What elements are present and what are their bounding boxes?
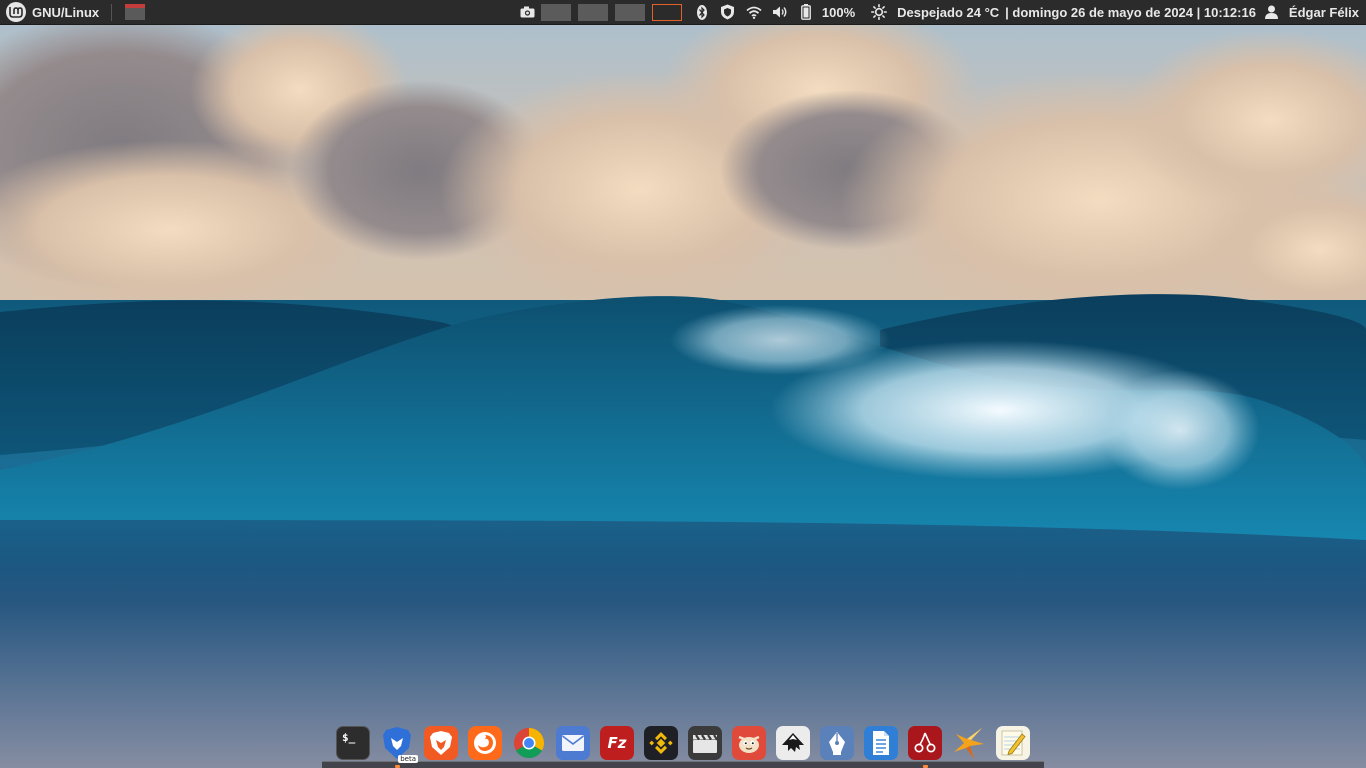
network-button[interactable]	[741, 0, 767, 25]
notepad-icon	[1001, 730, 1026, 756]
workspace-4[interactable]	[651, 3, 682, 21]
star-icon	[954, 728, 984, 759]
gimp-icon	[738, 735, 760, 753]
user-icon	[1264, 4, 1280, 20]
volume-icon	[772, 4, 788, 20]
user-menu-button[interactable]: Édgar Félix	[1259, 0, 1362, 25]
cherrytree-launcher[interactable]	[908, 726, 942, 768]
chrome-icon	[513, 728, 545, 759]
weather-text: Despejado 24 °C	[897, 4, 1000, 20]
linux-mint-icon	[6, 2, 26, 22]
binance-icon	[649, 732, 673, 754]
bluetooth-icon	[694, 4, 710, 20]
star-app-launcher[interactable]	[952, 726, 986, 760]
terminal-icon: $_	[342, 731, 356, 744]
window-list-button[interactable]	[125, 4, 146, 20]
desktop-wallpaper	[0, 0, 1366, 768]
cherry-icon	[914, 732, 936, 753]
brave-icon	[430, 731, 452, 755]
terminal-launcher[interactable]: $_	[336, 726, 370, 760]
workspace-3[interactable]	[614, 3, 645, 21]
battery-icon	[798, 4, 814, 20]
screenshot-button[interactable]	[515, 0, 541, 25]
bluetooth-button[interactable]	[689, 0, 715, 25]
mail-launcher[interactable]	[556, 726, 590, 760]
weather-button[interactable]: Despejado 24 °C	[866, 0, 1002, 25]
video-editor-launcher[interactable]	[688, 726, 722, 760]
inkscape-launcher[interactable]	[776, 726, 810, 760]
brave-beta-launcher[interactable]: beta	[380, 726, 418, 768]
inkscape-icon	[782, 733, 804, 752]
filezilla-launcher[interactable]: Fz	[600, 726, 634, 760]
shield-icon	[720, 4, 736, 20]
gimp-launcher[interactable]	[732, 726, 766, 760]
menu-button[interactable]: GNU/Linux	[0, 0, 105, 25]
brave-launcher[interactable]	[424, 726, 458, 760]
firefox-launcher[interactable]	[468, 726, 502, 760]
document-icon	[873, 731, 889, 755]
workspace-1[interactable]	[540, 3, 571, 21]
wifi-icon	[746, 4, 762, 20]
notes-launcher[interactable]	[996, 726, 1030, 760]
volume-button[interactable]	[767, 0, 793, 25]
dock-launchers: $_ beta Fz	[336, 721, 1030, 768]
menu-label: GNU/Linux	[32, 4, 100, 20]
mail-icon	[562, 735, 584, 751]
pen-nib-icon	[829, 732, 845, 755]
documents-launcher[interactable]	[864, 726, 898, 760]
system-tray: 100% Despejado 24 °C | domingo 26 de may…	[515, 0, 1366, 25]
user-name: Édgar Félix	[1288, 4, 1359, 20]
workspace-2[interactable]	[577, 3, 608, 21]
vpn-button[interactable]	[715, 0, 741, 25]
sun-icon	[871, 4, 888, 20]
filezilla-icon: Fz	[607, 734, 627, 752]
beta-badge: beta	[398, 755, 418, 763]
battery-percentage: 100%	[821, 4, 856, 20]
binance-launcher[interactable]	[644, 726, 678, 760]
clapperboard-icon	[693, 734, 718, 753]
chrome-launcher[interactable]	[512, 726, 546, 760]
battery-button[interactable]: 100%	[793, 0, 866, 25]
screenshot-icon	[520, 4, 536, 20]
panel-separator	[111, 3, 113, 21]
firefox-icon	[474, 732, 496, 754]
clock-button[interactable]: | domingo 26 de mayo de 2024 | 10:12:16	[1002, 0, 1259, 25]
dock: $_ beta Fz	[322, 718, 1044, 768]
top-panel: GNU/Linux 100% Despejado 24 °C | domingo…	[0, 0, 1366, 25]
datetime-text: | domingo 26 de mayo de 2024 | 10:12:16	[1005, 4, 1256, 20]
vector-pen-launcher[interactable]	[820, 726, 854, 760]
